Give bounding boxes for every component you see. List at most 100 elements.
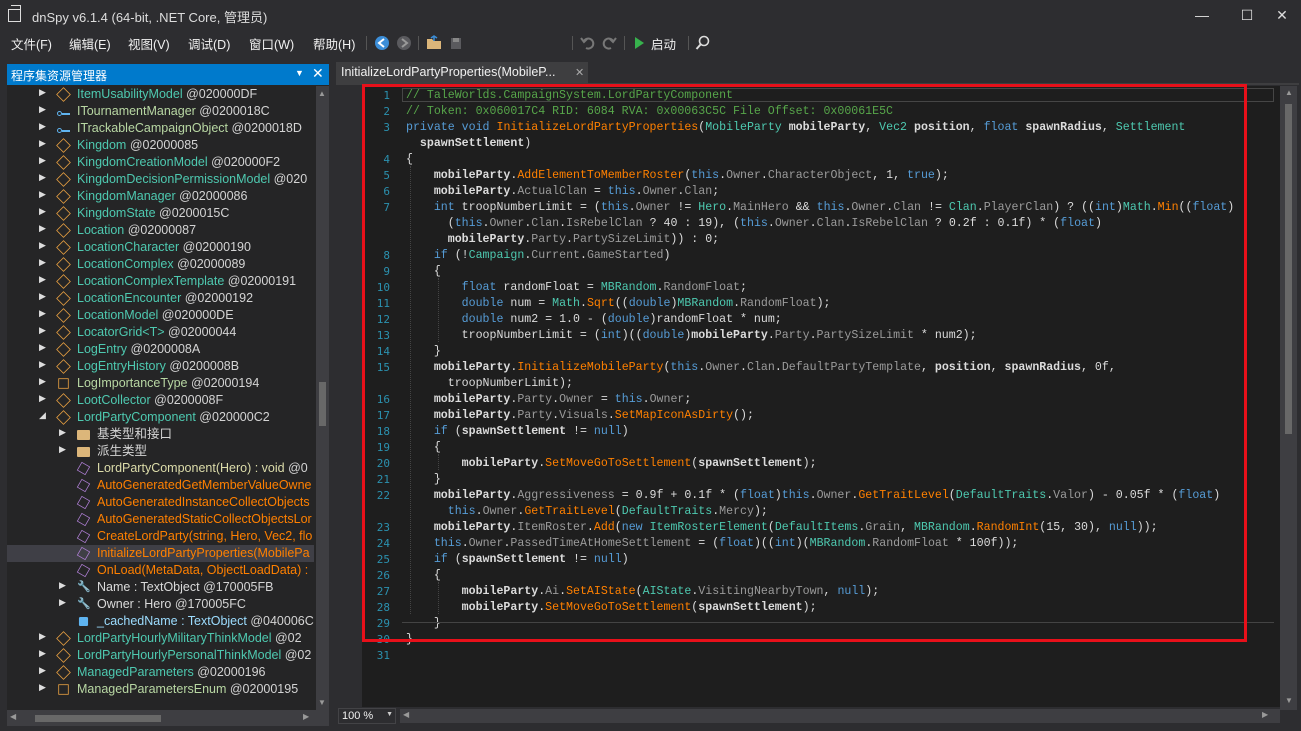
tree-item[interactable]: ◢ LordPartyComponent @020000C2 bbox=[7, 409, 314, 426]
tree-item[interactable]: ▶ ITrackableCampaignObject @0200018D bbox=[7, 120, 314, 137]
tab-initialize-lord-party-properties[interactable]: InitializeLordPartyProperties(MobileP...… bbox=[336, 62, 588, 83]
tree-item[interactable]: ▶ LogEntry @0200008A bbox=[7, 341, 314, 358]
tree-item[interactable]: AutoGeneratedInstanceCollectObjects bbox=[7, 494, 314, 511]
expand-arrow-icon[interactable]: ▶ bbox=[39, 359, 49, 370]
tree-item[interactable]: ▶ 🔧 Name : TextObject @170005FB bbox=[7, 579, 314, 596]
expand-arrow-icon[interactable]: ▶ bbox=[39, 223, 49, 234]
tree-item[interactable]: ▶ ManagedParametersEnum @02000195 bbox=[7, 681, 314, 698]
class-icon bbox=[56, 325, 71, 340]
tree-item[interactable]: ▶ KingdomState @0200015C bbox=[7, 205, 314, 222]
expand-arrow-icon[interactable]: ▶ bbox=[39, 87, 49, 98]
tree-item[interactable]: ▶ KingdomManager @02000086 bbox=[7, 188, 314, 205]
menu-help[interactable]: 帮助(H) bbox=[313, 34, 355, 53]
expand-arrow-icon[interactable]: ▶ bbox=[39, 665, 49, 676]
save-all-icon[interactable] bbox=[448, 35, 464, 51]
menu-window[interactable]: 窗口(W) bbox=[249, 34, 294, 53]
tree-item[interactable]: LordPartyComponent(Hero) : void @0 bbox=[7, 460, 314, 477]
tree-item[interactable]: ▶ LordPartyHourlyMilitaryThinkModel @02 bbox=[7, 630, 314, 647]
tree-item-label: 派生类型 bbox=[97, 444, 148, 458]
tree-item[interactable]: ▶ LocationEncounter @02000192 bbox=[7, 290, 314, 307]
tree-item[interactable]: ▶ 🔧 Owner : Hero @170005FC bbox=[7, 596, 314, 613]
expand-arrow-icon[interactable]: ▶ bbox=[39, 682, 49, 693]
expand-arrow-icon[interactable]: ▶ bbox=[39, 291, 49, 302]
scroll-thumb[interactable] bbox=[1285, 104, 1292, 434]
expand-arrow-icon[interactable]: ▶ bbox=[39, 631, 49, 642]
explorer-horizontal-scrollbar[interactable]: ◀ ▶ bbox=[7, 710, 329, 726]
expand-arrow-icon[interactable]: ▶ bbox=[39, 257, 49, 268]
open-folder-icon[interactable] bbox=[426, 35, 442, 51]
expand-arrow-icon[interactable]: ▶ bbox=[39, 648, 49, 659]
expand-arrow-icon[interactable]: ▶ bbox=[39, 240, 49, 251]
tree-item[interactable]: ▶ LogEntryHistory @0200008B bbox=[7, 358, 314, 375]
expand-arrow-icon[interactable]: ▶ bbox=[59, 597, 69, 608]
menu-file[interactable]: 文件(F) bbox=[11, 34, 52, 53]
expand-arrow-icon[interactable]: ▶ bbox=[39, 172, 49, 183]
collapse-arrow-icon[interactable]: ◢ bbox=[39, 410, 49, 421]
tree-item[interactable]: ▶ 基类型和接口 bbox=[7, 426, 314, 443]
tree-item[interactable]: ▶ 派生类型 bbox=[7, 443, 314, 460]
tree-item[interactable]: ▶ ItemUsabilityModel @020000DF bbox=[7, 86, 314, 103]
dropdown-arrow-icon[interactable]: ▼ bbox=[295, 68, 304, 78]
tree-item[interactable]: CreateLordParty(string, Hero, Vec2, flo bbox=[7, 528, 314, 545]
expand-arrow-icon[interactable]: ▶ bbox=[39, 274, 49, 285]
close-panel-icon[interactable]: ✕ bbox=[312, 65, 324, 82]
expand-arrow-icon[interactable]: ▶ bbox=[59, 580, 69, 591]
tree-item[interactable]: ▶ ManagedParameters @02000196 bbox=[7, 664, 314, 681]
tree-item[interactable]: ▶ LogImportanceType @02000194 bbox=[7, 375, 314, 392]
menu-debug[interactable]: 调试(D) bbox=[188, 34, 230, 53]
expand-arrow-icon[interactable]: ▶ bbox=[59, 427, 69, 438]
minimize-button[interactable]: — bbox=[1182, 0, 1222, 30]
menu-view[interactable]: 视图(V) bbox=[128, 34, 170, 53]
expand-arrow-icon[interactable]: ▶ bbox=[39, 325, 49, 336]
expand-arrow-icon[interactable]: ▶ bbox=[59, 444, 69, 455]
back-icon[interactable] bbox=[374, 35, 390, 51]
maximize-button[interactable]: ☐ bbox=[1227, 0, 1267, 30]
expand-arrow-icon[interactable]: ▶ bbox=[39, 138, 49, 149]
folder-icon bbox=[77, 447, 90, 457]
tree-item[interactable]: ▶ LootCollector @0200008F bbox=[7, 392, 314, 409]
expand-arrow-icon[interactable]: ▶ bbox=[39, 155, 49, 166]
tree-item[interactable]: ▶ Kingdom @02000085 bbox=[7, 137, 314, 154]
code-editor[interactable]: 1 2 3 4 5 6 7 8 9 10 11 12 13 14 15 16 17 18 19 20 21 22 23 24 2… bbox=[362, 86, 1280, 710]
editor-vertical-scrollbar[interactable]: ▲ ▼ bbox=[1280, 86, 1297, 710]
expand-arrow-icon[interactable]: ▶ bbox=[39, 308, 49, 319]
expand-arrow-icon[interactable]: ▶ bbox=[39, 189, 49, 200]
tree-item[interactable]: OnLoad(MetaData, ObjectLoadData) : bbox=[7, 562, 314, 579]
expand-arrow-icon[interactable]: ▶ bbox=[39, 206, 49, 217]
menu-edit[interactable]: 编辑(E) bbox=[69, 34, 111, 53]
explorer-vertical-scrollbar[interactable]: ▲ ▼ bbox=[316, 86, 329, 710]
expand-arrow-icon[interactable]: ▶ bbox=[39, 104, 49, 115]
tree-item[interactable]: AutoGeneratedGetMemberValueOwne bbox=[7, 477, 314, 494]
tree-item[interactable]: AutoGeneratedStaticCollectObjectsLor bbox=[7, 511, 314, 528]
close-tab-icon[interactable]: ✕ bbox=[575, 66, 584, 79]
scroll-thumb[interactable] bbox=[35, 715, 161, 722]
start-button[interactable]: 启动 bbox=[651, 34, 676, 53]
expand-arrow-icon[interactable]: ▶ bbox=[39, 376, 49, 387]
line-number: 2 bbox=[383, 105, 390, 118]
tree-item[interactable]: _cachedName : TextObject @040006C bbox=[7, 613, 314, 630]
tree-item[interactable]: ▶ LocatorGrid<T> @02000044 bbox=[7, 324, 314, 341]
tree-item[interactable]: ▶ LordPartyHourlyPersonalThinkModel @02 bbox=[7, 647, 314, 664]
editor-horizontal-scrollbar[interactable]: ◀ ▶ bbox=[400, 709, 1280, 723]
start-play-icon[interactable] bbox=[631, 35, 647, 51]
line-number: 15 bbox=[376, 361, 390, 374]
tree-item[interactable]: ▶ LocationComplexTemplate @02000191 bbox=[7, 273, 314, 290]
tree-item[interactable]: ▶ LocationCharacter @02000190 bbox=[7, 239, 314, 256]
forward-icon[interactable] bbox=[396, 35, 412, 51]
search-icon[interactable] bbox=[695, 35, 711, 51]
expand-arrow-icon[interactable]: ▶ bbox=[39, 393, 49, 404]
zoom-select[interactable]: 100 % ▼ bbox=[338, 708, 396, 724]
tree-item[interactable]: InitializeLordPartyProperties(MobilePa bbox=[7, 545, 314, 562]
undo-icon[interactable] bbox=[580, 35, 596, 51]
tree-item[interactable]: ▶ LocationComplex @02000089 bbox=[7, 256, 314, 273]
expand-arrow-icon[interactable]: ▶ bbox=[39, 342, 49, 353]
scroll-thumb[interactable] bbox=[319, 382, 326, 426]
tree-item[interactable]: ▶ LocationModel @020000DE bbox=[7, 307, 314, 324]
tree-item[interactable]: ▶ KingdomDecisionPermissionModel @020 bbox=[7, 171, 314, 188]
tree-item[interactable]: ▶ Location @02000087 bbox=[7, 222, 314, 239]
close-button[interactable]: ✕ bbox=[1262, 0, 1301, 30]
expand-arrow-icon[interactable]: ▶ bbox=[39, 121, 49, 132]
redo-icon[interactable] bbox=[601, 35, 617, 51]
tree-item[interactable]: ▶ KingdomCreationModel @020000F2 bbox=[7, 154, 314, 171]
tree-item[interactable]: ▶ ITournamentManager @0200018C bbox=[7, 103, 314, 120]
